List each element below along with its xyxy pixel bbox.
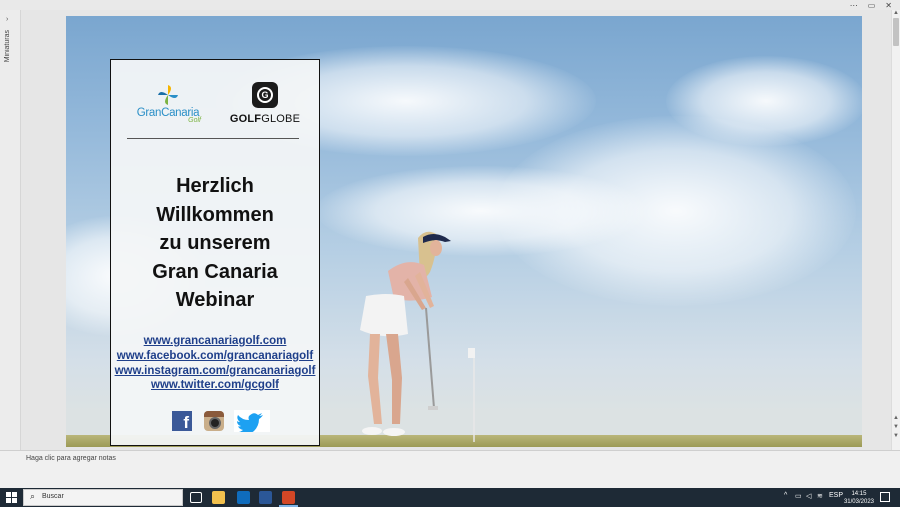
twitter-icon[interactable] [234,410,270,432]
windows-start-icon[interactable] [6,492,17,503]
wifi-icon[interactable]: ≋ [817,492,823,500]
heading-line: Willkommen [156,203,274,226]
restore-icon[interactable]: ▭ [868,1,876,10]
notes-pane[interactable]: Haga clic para agregar notas [0,450,900,489]
search-icon: ⌕ [30,491,36,501]
twitter-link[interactable]: www.twitter.com/gcgolf [111,378,319,393]
golfglobe-icon: G [252,82,278,108]
scroll-down-icon[interactable]: ▼ [893,424,899,430]
language-indicator[interactable]: ESP [829,492,843,499]
slide[interactable]: GranCanaria Golf G GOLFGLOBE Herzlich Wi… [66,16,862,447]
heading-line: Herzlich [176,175,254,197]
powerpoint-icon[interactable] [279,491,298,507]
word-icon[interactable] [259,491,272,504]
file-explorer-icon[interactable] [212,491,225,504]
taskbar: ⌕ Buscar ^ ▭ ◁ ≋ ESP 14:15 31/03/2023 [0,488,900,507]
vertical-scrollbar[interactable]: ▲ ▲ ▼ ▼ [891,10,900,450]
scroll-up-icon[interactable]: ▲ [893,10,899,16]
clock-time: 14:15 [851,491,867,497]
search-placeholder[interactable]: Buscar [42,493,64,500]
thumbnails-pane: › Miniaturas [0,10,21,450]
clock-date: 31/03/2023 [843,499,874,505]
ribbon-display-options-icon[interactable]: ⋯ [850,1,858,10]
link-list: www.grancanariagolf.com www.facebook.com… [111,334,319,393]
heading-line: Webinar [175,289,255,311]
golfglobe-logo: G GOLFGLOBE [227,82,303,125]
heading-line: zu unserem [159,232,271,254]
volume-icon[interactable]: ◁ [806,492,811,500]
window-controls: ⋯ ▭ ✕ [850,0,892,10]
info-panel: GranCanaria Golf G GOLFGLOBE Herzlich Wi… [110,59,320,446]
show-hidden-icons-icon[interactable]: ^ [784,492,787,499]
system-clock[interactable]: 14:15 31/03/2023 [844,490,874,506]
pinwheel-icon [158,85,178,105]
heading-line: Gran Canaria [152,260,278,283]
close-icon[interactable]: ✕ [885,1,892,10]
scrollbar-thumb[interactable] [893,18,899,46]
facebook-icon[interactable]: f [172,411,192,431]
website-link[interactable]: www.grancanariagolf.com [111,334,319,349]
task-view-icon[interactable] [190,492,202,503]
facebook-link[interactable]: www.facebook.com/grancanariagolf [111,349,319,364]
social-icons: f [111,410,319,433]
network-icon[interactable]: ▭ [795,492,802,500]
thumbnails-label[interactable]: Miniaturas [4,30,11,62]
next-slide-icon[interactable]: ▼ [893,433,899,439]
scroll-up-icon[interactable]: ▲ [893,415,899,421]
notes-placeholder[interactable]: Haga clic para agregar notas [26,455,116,462]
logo-row: GranCanaria Golf G GOLFGLOBE [111,82,319,130]
expand-thumbnails-icon[interactable]: › [6,16,8,23]
gran-canaria-golf-logo: GranCanaria Golf [123,82,213,130]
notification-center-icon[interactable] [880,492,890,502]
instagram-icon[interactable] [204,411,224,431]
golfglobe-wordmark: GOLFGLOBE [229,113,301,125]
outlook-icon[interactable] [237,491,250,504]
instagram-link[interactable]: www.instagram.com/grancanariagolf [111,364,319,379]
welcome-heading: Herzlich Willkommen zu unserem Gran Cana… [111,172,319,315]
divider [127,138,299,139]
taskbar-search-box[interactable]: ⌕ Buscar [23,489,183,506]
